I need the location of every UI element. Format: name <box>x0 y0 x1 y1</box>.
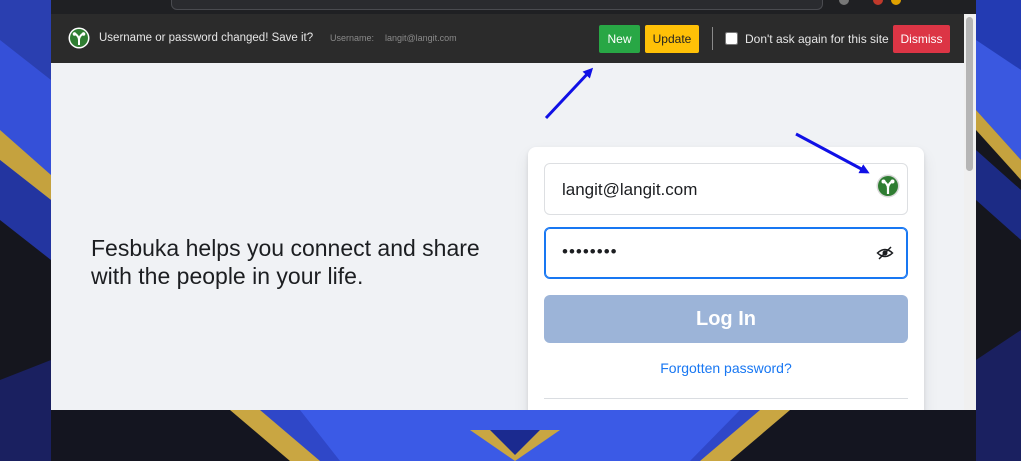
username-label: Username: <box>330 33 375 43</box>
email-value[interactable]: langit@langit.com <box>562 180 697 200</box>
eye-slash-icon[interactable] <box>876 244 894 262</box>
password-manager-fill-icon[interactable] <box>876 174 900 198</box>
page-tagline: Fesbuka helps you connect and share with… <box>91 235 480 289</box>
dismiss-button[interactable]: Dismiss <box>893 25 950 53</box>
forgot-password-link[interactable]: Forgotten password? <box>528 360 924 376</box>
password-value[interactable]: •••••••• <box>562 242 618 262</box>
update-button[interactable]: Update <box>645 25 699 53</box>
profile-icon[interactable] <box>891 0 901 5</box>
divider <box>712 27 713 50</box>
extension-icon[interactable] <box>873 0 883 5</box>
username-value: langit@langit.com <box>385 33 457 43</box>
scrollbar-thumb[interactable] <box>966 17 973 171</box>
login-card: langit@langit.com •••••••• Log In Forgot… <box>528 147 924 410</box>
dont-ask-checkbox[interactable] <box>725 32 738 45</box>
browser-window: Username or password changed! Save it? U… <box>51 0 976 410</box>
new-button[interactable]: New <box>599 25 640 53</box>
password-field[interactable]: •••••••• <box>544 227 908 279</box>
email-field[interactable]: langit@langit.com <box>544 163 908 215</box>
extension-icon[interactable] <box>839 0 849 5</box>
address-bar[interactable] <box>171 0 823 10</box>
password-save-bar: Username or password changed! Save it? U… <box>51 14 964 63</box>
save-prompt-text: Username or password changed! Save it? <box>99 32 314 44</box>
dont-ask-label[interactable]: Don't ask again for this site <box>745 32 889 46</box>
browser-toolbar <box>51 0 976 14</box>
password-manager-logo-icon <box>68 27 90 49</box>
card-divider <box>544 398 908 399</box>
login-button[interactable]: Log In <box>544 295 908 343</box>
